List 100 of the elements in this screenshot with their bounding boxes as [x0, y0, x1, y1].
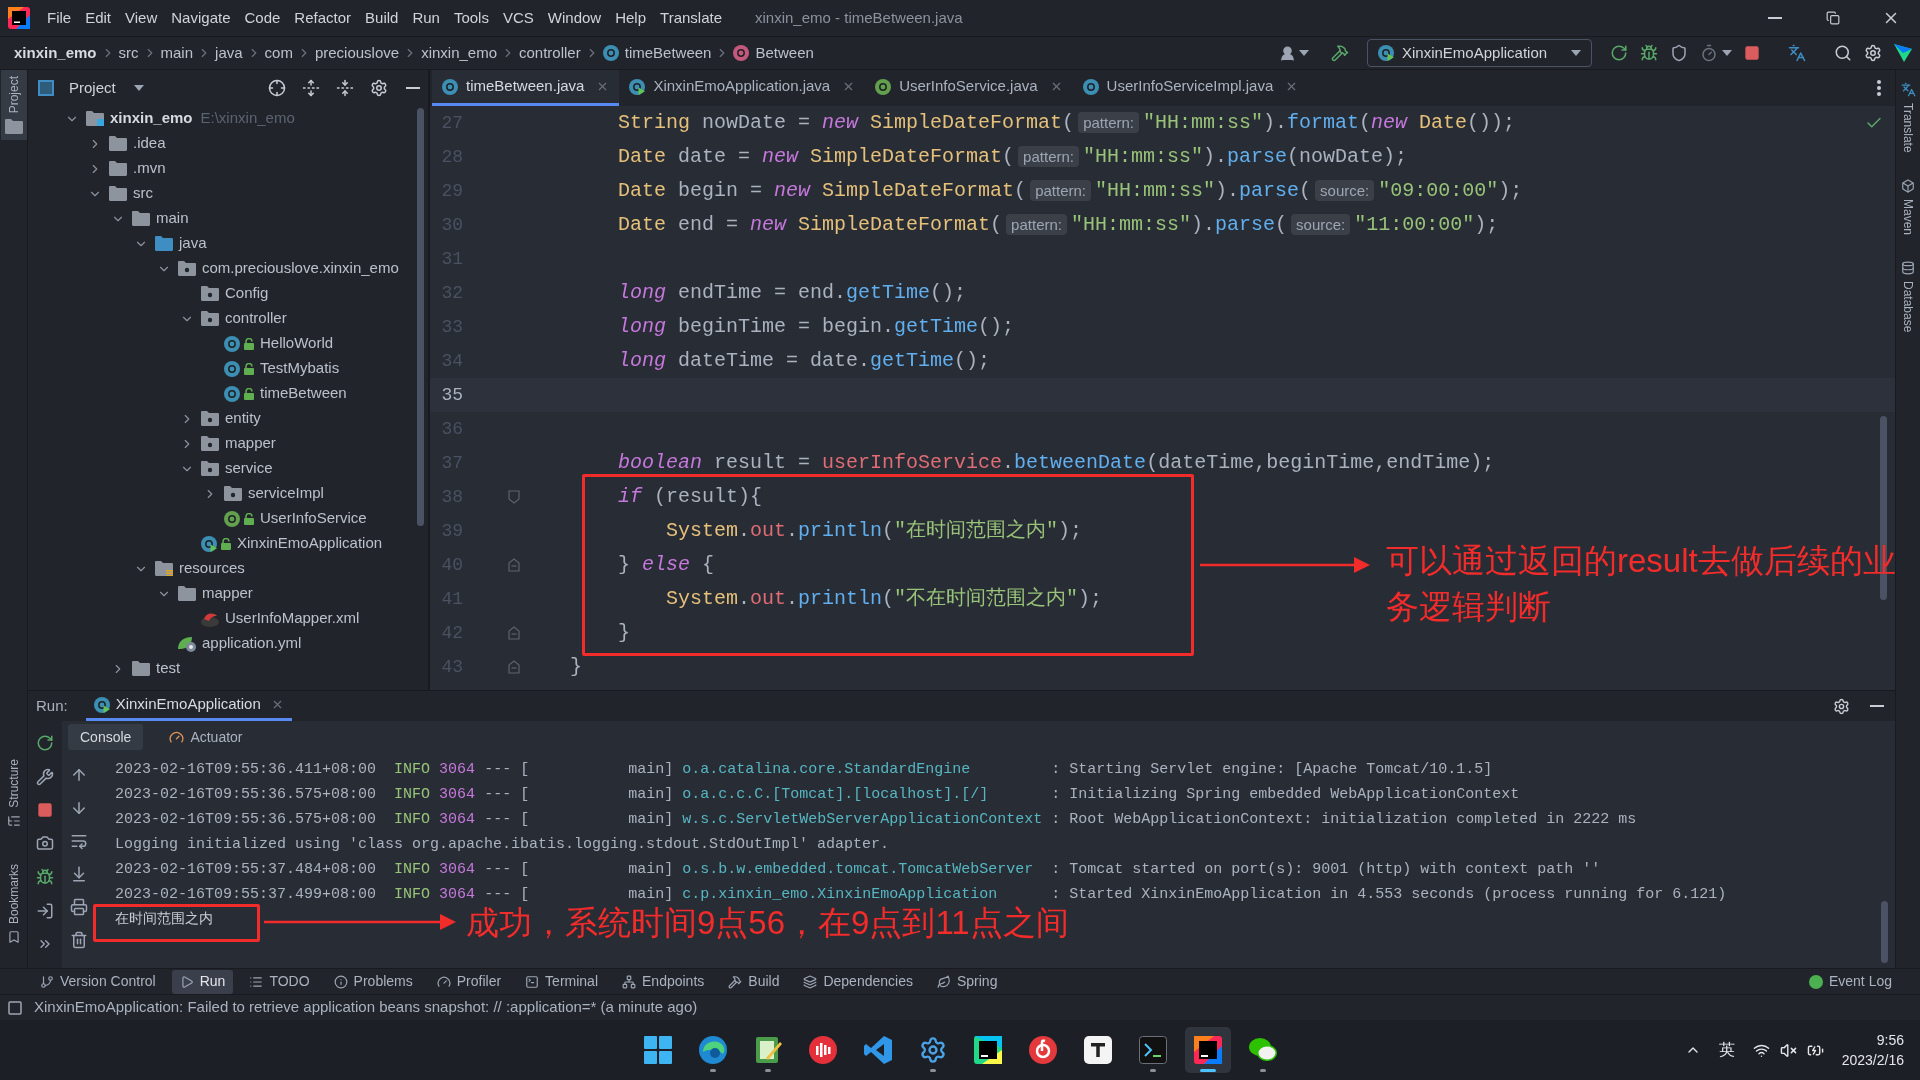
menu-item[interactable]: VCS: [497, 6, 539, 30]
breadcrumb[interactable]: Between: [755, 41, 814, 65]
trash-icon[interactable]: [69, 931, 88, 949]
tool-window-button[interactable]: Maven: [1899, 178, 1917, 235]
tree-item[interactable]: src: [133, 182, 153, 205]
stop-icon[interactable]: [37, 802, 53, 818]
tree-item[interactable]: mapper: [202, 582, 253, 605]
exit-icon[interactable]: [36, 902, 54, 920]
logo-icon[interactable]: [1894, 44, 1912, 62]
timer-icon[interactable]: [1700, 44, 1718, 62]
tree-item[interactable]: serviceImpl: [248, 482, 324, 505]
menu-item[interactable]: Translate: [655, 6, 727, 30]
settings-icon[interactable]: [1864, 44, 1882, 62]
fold-marker-icon[interactable]: [508, 490, 520, 504]
tool-window-tab[interactable]: Endpoints: [614, 969, 713, 994]
scrollbar[interactable]: [1881, 901, 1888, 963]
tree-item[interactable]: mapper: [225, 432, 276, 455]
menu-item[interactable]: Code: [239, 6, 286, 30]
menu-item[interactable]: Navigate: [166, 6, 236, 30]
user-icon[interactable]: [1279, 44, 1296, 62]
shield-icon[interactable]: [1670, 44, 1688, 62]
tree-item[interactable]: com.preciouslove.xinxin_emo: [202, 257, 399, 280]
menu-item[interactable]: Build: [360, 6, 404, 30]
run-configuration-dropdown[interactable]: XinxinEmoApplication: [1367, 39, 1592, 67]
fold-marker-icon[interactable]: [508, 626, 520, 640]
tool-window-button[interactable]: Structure: [0, 753, 27, 834]
breadcrumb[interactable]: main: [160, 41, 194, 65]
session-tab[interactable]: XinxinEmoApplication: [85, 691, 292, 721]
editor-tab[interactable]: XinxinEmoApplication.java: [619, 70, 866, 106]
breadcrumb[interactable]: controller: [519, 41, 581, 65]
expand-all-icon[interactable]: [302, 79, 320, 97]
tree-item[interactable]: Config: [225, 282, 269, 305]
collapse-all-icon[interactable]: [336, 79, 354, 97]
menu-item[interactable]: Tools: [448, 6, 494, 30]
console-tab[interactable]: Actuator: [157, 724, 255, 750]
tool-window-tab[interactable]: Terminal: [517, 969, 606, 994]
tree-item[interactable]: UserInfoService: [260, 507, 367, 530]
tree-item[interactable]: application.yml: [202, 632, 302, 655]
tree-item[interactable]: .mvn: [133, 157, 166, 180]
tool-window-tab[interactable]: Dependencies: [795, 969, 921, 994]
tool-window-tab[interactable]: Event Log: [1800, 969, 1900, 994]
tree-item[interactable]: resources: [179, 557, 245, 580]
scrollbar[interactable]: [417, 108, 424, 526]
tool-window-tab[interactable]: Problems: [325, 969, 421, 994]
tree-item[interactable]: TestMybatis: [260, 357, 340, 380]
tool-window-tab[interactable]: TODO: [241, 969, 318, 994]
camera-icon[interactable]: [36, 834, 54, 852]
caret-icon[interactable]: [1299, 50, 1309, 56]
tree-item[interactable]: XinxinEmoApplication: [237, 532, 383, 555]
debug-icon[interactable]: [1640, 44, 1658, 62]
tree-item[interactable]: test: [156, 657, 181, 680]
tree-item[interactable]: entity: [225, 407, 261, 430]
breadcrumb[interactable]: java: [215, 41, 243, 65]
panel-toggle-icon[interactable]: [8, 1000, 22, 1015]
search-icon[interactable]: [1834, 44, 1852, 62]
menu-item[interactable]: Refactor: [289, 6, 357, 30]
hammer-icon[interactable]: [1331, 44, 1349, 62]
settings-icon[interactable]: [1833, 697, 1850, 715]
menu-item[interactable]: Window: [542, 6, 607, 30]
tool-window-tab[interactable]: Spring: [928, 969, 1006, 994]
menu-item[interactable]: Edit: [80, 6, 117, 30]
menu-item[interactable]: Run: [407, 6, 445, 30]
console-tab[interactable]: Console: [68, 724, 144, 750]
taskbar-app-button[interactable]: [1184, 1027, 1231, 1073]
fold-marker-icon[interactable]: [508, 660, 520, 674]
caret-icon[interactable]: [1571, 50, 1581, 56]
translate-icon[interactable]: [1788, 44, 1806, 62]
breadcrumb[interactable]: com: [264, 41, 293, 65]
wrap-text-icon[interactable]: [69, 832, 88, 850]
breadcrumb[interactable]: xinxin_emo: [421, 41, 497, 65]
tree-item[interactable]: timeBetween: [260, 382, 347, 405]
tool-window-button[interactable]: Database: [1899, 260, 1917, 332]
breadcrumb[interactable]: preciouslove: [314, 41, 400, 65]
caret-icon[interactable]: [1722, 50, 1732, 56]
tool-window-button[interactable]: Translate: [1899, 82, 1917, 153]
crosshair-icon[interactable]: [268, 79, 286, 97]
tool-window-tab[interactable]: Version Control: [32, 969, 164, 994]
menu-item[interactable]: View: [120, 6, 163, 30]
tool-window-tab[interactable]: Build: [720, 969, 788, 994]
menu-item[interactable]: File: [42, 6, 77, 30]
tool-window-tab[interactable]: Profiler: [428, 969, 510, 994]
tree-item[interactable]: xinxin_emo: [110, 107, 193, 130]
tree-item[interactable]: main: [156, 207, 189, 230]
editor-tab[interactable]: UserInfoService.java: [865, 70, 1073, 106]
tool-window-button[interactable]: Project: [0, 70, 27, 141]
more-icon[interactable]: [1877, 80, 1881, 96]
tree-item[interactable]: java: [179, 232, 207, 255]
tree-item[interactable]: .idea: [133, 132, 166, 155]
tree-item[interactable]: controller: [225, 307, 287, 330]
menu-item[interactable]: Help: [610, 6, 652, 30]
breadcrumb[interactable]: src: [118, 41, 139, 65]
debug-icon[interactable]: [36, 868, 54, 886]
rerun-icon[interactable]: [36, 734, 54, 752]
clock-date[interactable]: 2023/2/16: [1841, 1050, 1904, 1070]
print-icon[interactable]: [69, 898, 88, 916]
editor-tab[interactable]: UserInfoServiceImpl.java: [1072, 70, 1309, 106]
tree-item[interactable]: UserInfoMapper.xml: [225, 607, 360, 630]
tree-item[interactable]: HelloWorld: [260, 332, 334, 355]
fold-marker-icon[interactable]: [508, 558, 520, 572]
rerun-icon[interactable]: [1610, 44, 1628, 62]
